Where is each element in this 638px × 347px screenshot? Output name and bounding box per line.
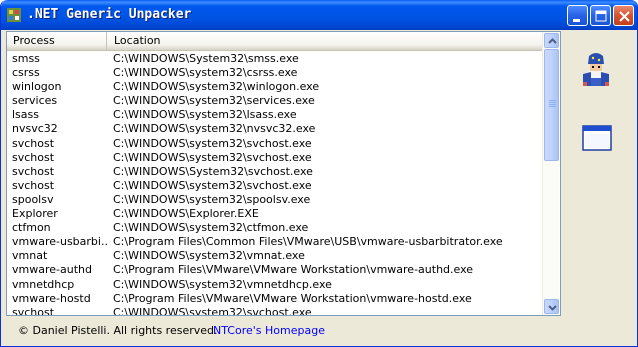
process-name-cell: vmnat: [12, 249, 48, 263]
process-name-cell: csrss: [12, 66, 40, 80]
process-location-cell: C:\WINDOWS\system32\services.exe: [113, 94, 315, 108]
column-header-process[interactable]: Process: [7, 32, 107, 50]
process-name-cell: nvsvc32: [12, 122, 58, 136]
process-location-cell: C:\WINDOWS\system32\spoolsv.exe: [113, 192, 311, 206]
table-row[interactable]: winlogon C:\WINDOWS\system32\winlogon.exe: [7, 80, 542, 94]
table-row[interactable]: csrss C:\WINDOWS\system32\csrss.exe: [7, 66, 542, 80]
process-name-cell: svchost: [12, 164, 55, 178]
table-row[interactable]: svchost C:\WINDOWS\system32\svchost.exe: [7, 305, 542, 316]
scroll-down-button[interactable]: [544, 299, 559, 314]
table-row[interactable]: vmware-hostd C:\Program Files\VMware\VMwa…: [7, 292, 542, 306]
process-name-cell: vmware-authd: [12, 263, 92, 277]
close-button[interactable]: [613, 5, 634, 26]
chevron-down-icon: [548, 305, 557, 311]
grip-line: [549, 102, 556, 103]
process-location-cell: C:\WINDOWS\system32\svchost.exe: [113, 305, 312, 316]
process-location-cell: C:\WINDOWS\System32\svchost.exe: [113, 164, 313, 178]
process-location-cell: C:\WINDOWS\System32\smss.exe: [113, 52, 299, 65]
table-row[interactable]: svchost C:\WINDOWS\system32\svchost.exe: [7, 151, 542, 165]
process-location-cell: C:\Program Files\Common Files\VMware\USB…: [113, 235, 503, 249]
process-name-cell: winlogon: [12, 80, 62, 94]
process-name-cell: vmware-hostd: [12, 291, 91, 305]
wizard-icon[interactable]: [579, 52, 613, 88]
process-location-cell: C:\Program Files\VMware\VMware Workstati…: [113, 263, 474, 277]
grip-line: [549, 104, 556, 105]
table-row[interactable]: ctfmon C:\WINDOWS\system32\ctfmon.exe: [7, 221, 542, 235]
process-list[interactable]: Process Location smss C:\WINDOWS\System32…: [6, 31, 561, 316]
table-row[interactable]: vmware-usbarbi... C:\Program Files\Common…: [7, 235, 542, 249]
table-row[interactable]: spoolsv C:\WINDOWS\system32\spoolsv.exe: [7, 193, 542, 207]
process-location-cell: C:\WINDOWS\Explorer.EXE: [113, 207, 259, 221]
minimize-icon: [573, 19, 580, 22]
process-location-cell: C:\WINDOWS\system32\nvsvc32.exe: [113, 122, 316, 136]
process-location-cell: C:\WINDOWS\system32\vmnat.exe: [113, 249, 305, 263]
process-name-cell: smss: [12, 52, 40, 65]
table-row[interactable]: svchost C:\WINDOWS\System32\svchost.exe: [7, 165, 542, 179]
process-location-cell: C:\WINDOWS\system32\lsass.exe: [113, 108, 297, 122]
process-name-cell: svchost: [12, 305, 55, 316]
process-name-cell: vmnetdhcp: [12, 277, 75, 291]
table-row[interactable]: svchost C:\WINDOWS\system32\svchost.exe: [7, 137, 542, 151]
process-name-cell: lsass: [12, 108, 39, 122]
process-name-cell: svchost: [12, 136, 55, 150]
table-row[interactable]: vmnat C:\WINDOWS\system32\vmnat.exe: [7, 249, 542, 263]
process-name-cell: svchost: [12, 150, 55, 164]
title-bar[interactable]: .NET Generic Unpacker: [1, 0, 637, 30]
close-icon: [619, 11, 630, 22]
minimize-button[interactable]: [567, 5, 588, 26]
column-header-location[interactable]: Location: [108, 32, 542, 50]
process-name-cell: Explorer: [12, 207, 58, 221]
chevron-up-icon: [548, 38, 557, 44]
process-location-cell: C:\Program Files\VMware\VMware Workstati…: [113, 291, 472, 305]
grip-line: [549, 106, 556, 107]
process-name-cell: services: [12, 94, 58, 108]
table-row[interactable]: nvsvc32 C:\WINDOWS\system32\nvsvc32.exe: [7, 122, 542, 136]
app-window: .NET Generic Unpacker Process Location s…: [0, 0, 638, 347]
list-rows: smss C:\WINDOWS\System32\smss.exe csrss C:\…: [7, 52, 542, 316]
window-title: .NET Generic Unpacker: [27, 7, 192, 22]
grip-line: [549, 100, 556, 101]
maximize-button[interactable]: [590, 5, 611, 26]
process-name-cell: svchost: [12, 178, 55, 192]
maximize-icon: [595, 10, 607, 22]
process-location-cell: C:\WINDOWS\system32\svchost.exe: [113, 136, 312, 150]
process-location-cell: C:\WINDOWS\system32\svchost.exe: [113, 150, 312, 164]
window-icon[interactable]: [582, 125, 612, 151]
table-row[interactable]: services C:\WINDOWS\system32\services.exe: [7, 94, 542, 108]
list-header: Process Location: [7, 32, 542, 51]
process-name-cell: ctfmon: [12, 221, 51, 235]
process-location-cell: C:\WINDOWS\system32\csrss.exe: [113, 66, 298, 80]
process-location-cell: C:\WINDOWS\system32\winlogon.exe: [113, 80, 320, 94]
table-row[interactable]: vmnetdhcp C:\WINDOWS\system32\vmnetdhcp.e…: [7, 278, 542, 292]
homepage-link[interactable]: NTCore's Homepage: [213, 324, 325, 337]
process-location-cell: C:\WINDOWS\system32\vmnetdhcp.exe: [113, 277, 332, 291]
scroll-up-button[interactable]: [544, 33, 559, 48]
scroll-thumb[interactable]: [544, 49, 559, 161]
client-area: Process Location smss C:\WINDOWS\System32…: [5, 30, 635, 343]
process-location-cell: C:\WINDOWS\system32\svchost.exe: [113, 178, 312, 192]
table-row[interactable]: smss C:\WINDOWS\System32\smss.exe: [7, 52, 542, 66]
app-icon: [7, 8, 21, 22]
process-location-cell: C:\WINDOWS\system32\ctfmon.exe: [113, 221, 309, 235]
table-row[interactable]: svchost C:\WINDOWS\system32\svchost.exe: [7, 179, 542, 193]
process-name-cell: vmware-usbarbi...: [12, 235, 108, 249]
table-row[interactable]: vmware-authd C:\Program Files\VMware\VMwa…: [7, 263, 542, 277]
vertical-scrollbar[interactable]: [542, 32, 559, 315]
table-row[interactable]: Explorer C:\WINDOWS\Explorer.EXE: [7, 207, 542, 221]
process-name-cell: spoolsv: [12, 192, 54, 206]
copyright-text: © Daniel Pistelli. All rights reserved.: [18, 324, 218, 337]
table-row[interactable]: lsass C:\WINDOWS\system32\lsass.exe: [7, 108, 542, 122]
